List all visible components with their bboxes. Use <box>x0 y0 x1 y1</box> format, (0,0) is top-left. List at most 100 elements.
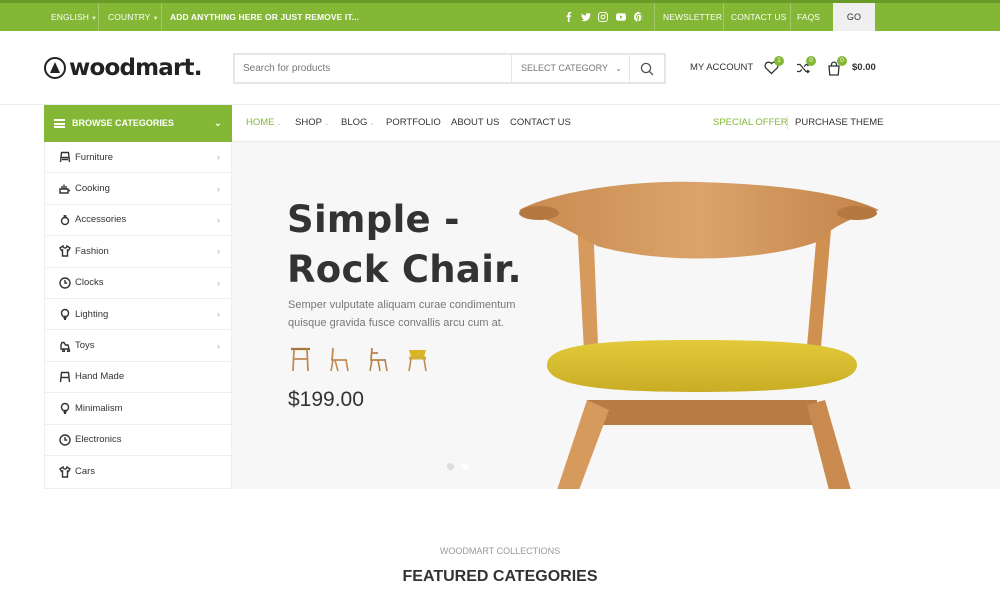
chevron-down-icon: ⌄ <box>213 118 222 129</box>
hero-title-line: Simple - <box>287 198 460 241</box>
category-label: Cooking <box>75 183 110 195</box>
rock-chair-image <box>519 181 879 489</box>
chevron-down-icon: ⌄ <box>323 121 329 127</box>
hero-slider: Simple - Rock Chair. Semper vulputate al… <box>232 142 1000 489</box>
slider-dot[interactable] <box>447 463 454 470</box>
category-label: Toys <box>75 340 95 352</box>
chevron-down-icon: ▼ <box>152 16 159 22</box>
category-label: Fashion <box>75 245 109 257</box>
nav-blog[interactable]: BLOG ⌄ <box>341 117 374 128</box>
language-selector[interactable]: ENGLISH ▼ <box>51 3 97 31</box>
wishlist-button[interactable]: 1 <box>763 56 784 76</box>
chevron-down-icon: ⌄ <box>615 64 622 73</box>
youtube-icon[interactable] <box>615 10 627 24</box>
menu-icon <box>54 119 65 128</box>
browse-categories-button[interactable]: BROWSE CATEGORIES ⌄ <box>44 105 232 142</box>
search-input[interactable] <box>243 55 503 82</box>
category-label: Accessories <box>75 214 127 226</box>
nav-contact-us[interactable]: CONTACT US <box>510 117 571 128</box>
chair-swatch-4[interactable] <box>405 345 430 373</box>
category-item-hand-made[interactable]: Hand Made <box>45 362 232 394</box>
country-label: COUNTRY <box>108 12 151 22</box>
nav-home[interactable]: HOME ⌄ <box>246 117 282 128</box>
category-label: Minimalism <box>75 402 123 414</box>
newsletter-link[interactable]: NEWSLETTER <box>663 3 722 31</box>
cart-total[interactable]: $0.00 <box>852 62 876 73</box>
chevron-right-icon: › <box>217 183 220 194</box>
category-label: Electronics <box>75 434 122 446</box>
electronics-icon <box>58 433 72 447</box>
chair-swatch-2[interactable] <box>327 345 352 373</box>
category-item-minimalism[interactable]: Minimalism <box>45 393 232 425</box>
hero-price: $199.00 <box>288 388 364 411</box>
promo-text: ADD ANYTHING HERE OR JUST REMOVE IT... <box>170 12 360 22</box>
slider-pagination <box>447 463 469 470</box>
category-menu: Furniture › Cooking › Accessories › Fash… <box>44 142 232 489</box>
category-item-fashion[interactable]: Fashion › <box>45 236 232 268</box>
category-item-cooking[interactable]: Cooking › <box>45 173 232 205</box>
search-bar: SELECT CATEGORY ⌄ <box>233 53 666 84</box>
category-label: Clocks <box>75 277 104 289</box>
chevron-right-icon: › <box>217 214 220 225</box>
hero-title: Simple - Rock Chair. <box>287 195 522 295</box>
contact-us-link[interactable]: CONTACT US <box>731 3 786 31</box>
divider <box>787 116 788 129</box>
my-account-link[interactable]: MY ACCOUNT <box>690 62 753 73</box>
chevron-down-icon: ▼ <box>91 16 98 22</box>
accessories-icon <box>58 213 72 227</box>
divider <box>161 3 162 31</box>
category-item-electronics[interactable]: Electronics <box>45 425 232 456</box>
nav-shop[interactable]: SHOP ⌄ <box>295 117 329 128</box>
category-select[interactable]: SELECT CATEGORY ⌄ <box>511 55 631 82</box>
nav-about-us[interactable]: ABOUT US <box>451 117 499 128</box>
search-icon <box>640 62 654 75</box>
chair-swatch-1[interactable] <box>288 345 313 373</box>
cart-button[interactable]: 0 <box>826 56 847 76</box>
country-selector[interactable]: COUNTRY ▼ <box>108 3 159 31</box>
wishlist-count-badge: 1 <box>774 56 784 66</box>
facebook-icon[interactable] <box>563 10 575 24</box>
hero-title-line: Rock Chair. <box>287 248 522 291</box>
divider <box>790 3 791 31</box>
nav-shop-label: SHOP <box>295 117 322 128</box>
browse-categories-label: BROWSE CATEGORIES <box>72 118 174 128</box>
search-button[interactable] <box>629 55 664 82</box>
chevron-right-icon: › <box>217 309 220 320</box>
logo[interactable]: woodmart. <box>44 54 202 82</box>
twitter-icon[interactable] <box>580 10 592 24</box>
chevron-right-icon: › <box>217 340 220 351</box>
product-swatches <box>288 345 430 373</box>
faqs-link[interactable]: FAQS <box>797 3 820 31</box>
category-item-toys[interactable]: Toys › <box>45 330 232 362</box>
instagram-icon[interactable] <box>597 10 609 24</box>
fashion-icon <box>58 244 72 258</box>
language-label: ENGLISH <box>51 12 90 22</box>
divider <box>654 3 655 31</box>
nav-portfolio[interactable]: PORTFOLIO <box>386 117 441 128</box>
purchase-theme-link[interactable]: PURCHASE THEME <box>795 117 884 128</box>
slider-dot-active[interactable] <box>462 463 469 470</box>
category-label: Hand Made <box>75 371 125 383</box>
go-button[interactable]: GO <box>833 3 875 31</box>
special-offer-link[interactable]: SPECIAL OFFER <box>713 117 788 128</box>
category-item-furniture[interactable]: Furniture › <box>45 142 232 174</box>
cooking-icon <box>58 182 72 196</box>
pinterest-icon[interactable] <box>633 10 645 24</box>
compare-button[interactable]: 0 <box>795 56 816 76</box>
chevron-right-icon: › <box>217 152 220 163</box>
hero-description: Semper vulputate aliquam curae condiment… <box>288 299 516 329</box>
category-item-clocks[interactable]: Clocks › <box>45 268 232 299</box>
category-label: Lighting <box>75 308 109 320</box>
chair-swatch-3[interactable] <box>366 345 391 373</box>
minimalism-icon <box>58 401 72 415</box>
category-item-accessories[interactable]: Accessories › <box>45 205 232 237</box>
category-label: Furniture <box>75 151 114 163</box>
chair-icon <box>58 150 72 164</box>
lightbulb-icon <box>58 307 72 321</box>
handmade-icon <box>58 370 72 384</box>
category-label: Cars <box>75 466 96 478</box>
compare-count-badge: 0 <box>806 56 816 66</box>
chevron-right-icon: › <box>217 246 220 257</box>
category-item-lighting[interactable]: Lighting › <box>45 299 232 331</box>
category-item-cars[interactable]: Cars <box>45 456 232 487</box>
